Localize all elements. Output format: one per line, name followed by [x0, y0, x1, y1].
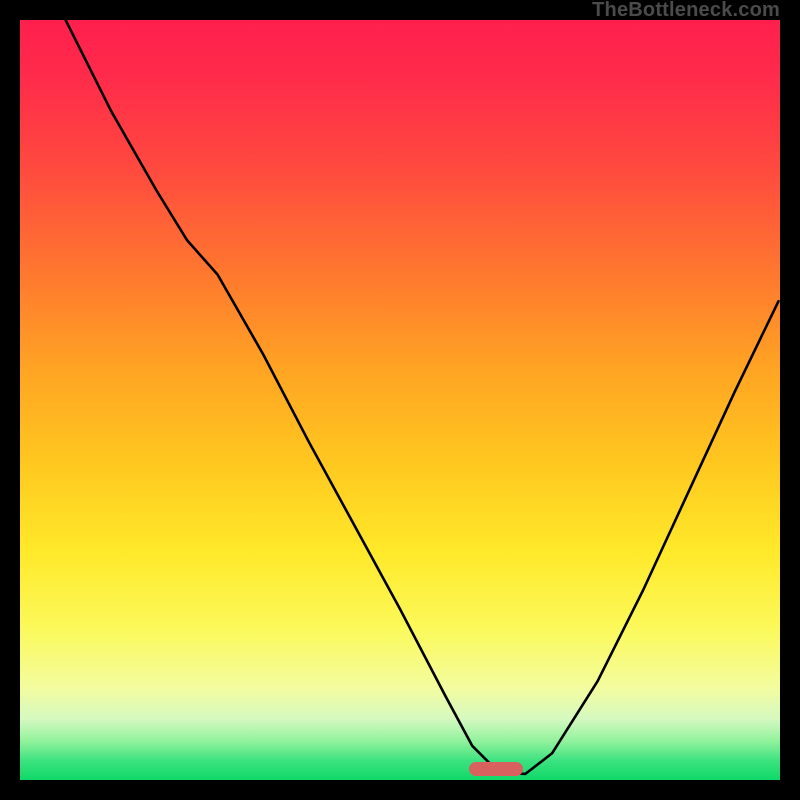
outer-frame: TheBottleneck.com — [0, 0, 800, 800]
bottleneck-marker — [469, 762, 523, 776]
watermark-text: TheBottleneck.com — [592, 0, 780, 22]
plot-area — [20, 20, 780, 780]
